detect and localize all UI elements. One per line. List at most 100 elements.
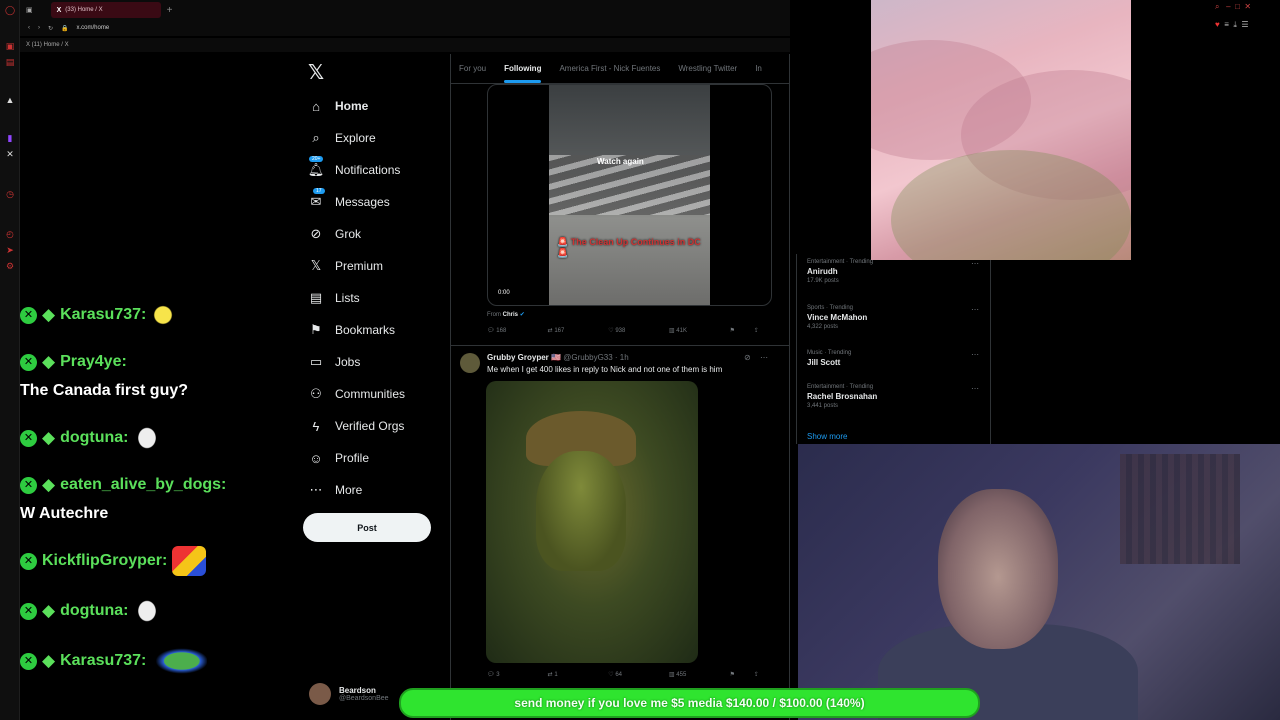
tweet-handle: @GrubbyG33 · 1h	[563, 353, 629, 362]
close-window-icon[interactable]: ✕	[1244, 2, 1251, 11]
nav-label: Jobs	[335, 355, 361, 369]
repost-button[interactable]: ⇄ 167	[548, 327, 609, 334]
grok-icon[interactable]: ⊘	[744, 353, 751, 362]
chat-username: dogtuna:	[60, 602, 129, 619]
nav-bookmarks[interactable]: ⚑ Bookmarks	[307, 314, 457, 346]
trend-item[interactable]: Entertainment · Trending Rachel Brosnaha…	[807, 384, 987, 409]
workspace-icon[interactable]: ▣	[26, 6, 33, 14]
news-icon[interactable]: ▤	[4, 56, 16, 68]
post-button[interactable]: Post	[303, 513, 431, 542]
speed-dial-icon[interactable]: ▣	[4, 40, 16, 52]
new-tab-button[interactable]: +	[167, 5, 173, 16]
search-tab-icon[interactable]: ⌕	[1215, 2, 1219, 11]
avatar[interactable]	[460, 353, 480, 373]
send-icon[interactable]: ➤	[4, 244, 16, 256]
tweet-image[interactable]	[486, 381, 698, 663]
account-handle: @BeardsonBee	[339, 695, 389, 702]
heart-icon[interactable]: ♥	[1215, 20, 1220, 29]
nav-notifications[interactable]: 🔔︎ 20+ Notifications	[307, 154, 457, 186]
trend-count: 3,441 posts	[807, 403, 839, 409]
video-player[interactable]: Watch again 🚨 The Clean Up Continues in …	[487, 84, 772, 306]
tab-following[interactable]: Following	[504, 64, 542, 83]
nav-label: More	[335, 483, 363, 497]
nav-explore[interactable]: ⌕ Explore	[307, 122, 457, 154]
bookmark-button[interactable]: ⚑	[730, 671, 754, 678]
trend-item[interactable]: Sports · Trending Vince McMahon 4,322 po…	[807, 305, 987, 330]
tab-for-you[interactable]: For you	[459, 64, 486, 73]
forward-icon[interactable]: ›	[38, 25, 40, 31]
reload-icon[interactable]: ↻	[48, 25, 53, 32]
share-button[interactable]: ⇪	[754, 327, 772, 334]
nav-home[interactable]: ⌂ Home	[307, 90, 457, 122]
nav-verified-orgs[interactable]: ϟ Verified Orgs	[307, 410, 457, 442]
maximize-icon[interactable]: □	[1235, 2, 1240, 11]
tab-overflow[interactable]: In	[755, 64, 762, 73]
chat-username: Pray4ye:	[60, 353, 127, 370]
more-icon[interactable]: ⋯	[971, 350, 979, 359]
tweet-actions: 💬︎ 3 ⇄ 1 ♡ 64 ▥ 455 ⚑ ⇪	[487, 671, 772, 678]
diamond-badge-icon: ◆	[42, 601, 56, 620]
view-count: 41K	[676, 328, 687, 334]
url-field[interactable]: x.com/home	[77, 25, 110, 31]
like-button[interactable]: ♡ 938	[608, 327, 669, 334]
nav-lists[interactable]: ▤ Lists	[307, 282, 457, 314]
from-name[interactable]: Chris	[503, 312, 518, 318]
nav-premium[interactable]: 𝕏 Premium	[307, 250, 457, 282]
trend-item[interactable]: Entertainment · Trending Anirudh 17.9K p…	[807, 259, 987, 284]
opera-logo-icon[interactable]: ◯	[4, 4, 16, 16]
bookmark-button[interactable]: ⚑	[730, 327, 754, 334]
show-more-link[interactable]: Show more	[807, 432, 847, 441]
watch-again-button[interactable]: Watch again	[597, 157, 644, 166]
easy-setup-icon[interactable]: ☰	[1241, 20, 1248, 29]
pepe-emote-icon	[151, 646, 208, 676]
more-icon[interactable]: ⋯	[971, 305, 979, 314]
x-badge-icon: ✕	[20, 476, 37, 494]
nav-jobs[interactable]: ▭ Jobs	[307, 346, 457, 378]
tab-wrestling-twitter[interactable]: Wrestling Twitter	[678, 64, 737, 73]
menu-icon[interactable]: ≡	[1224, 20, 1229, 29]
nav-communities[interactable]: ⚇ Communities	[307, 378, 457, 410]
tab-america-first[interactable]: America First - Nick Fuentes	[559, 64, 660, 73]
divider	[451, 345, 789, 346]
bookmark-item[interactable]: (11) Home / X	[32, 42, 69, 48]
nav-profile[interactable]: ☺ Profile	[307, 442, 457, 474]
frog-figure	[536, 451, 626, 571]
views-button[interactable]: ▥ 41K	[669, 327, 730, 334]
back-icon[interactable]: ‹	[28, 25, 30, 31]
tweet-author[interactable]: Grubby Groyper 🇺🇸	[487, 353, 561, 362]
trend-item[interactable]: Music · Trending Jill Scott ⋯	[807, 350, 987, 367]
repost-button[interactable]: ⇄ 1	[548, 671, 609, 678]
nav-label: Grok	[335, 227, 362, 241]
aria-icon[interactable]: ▲	[4, 94, 16, 106]
download-icon[interactable]: ⤓	[1233, 20, 1237, 29]
chat-text: The Canada first guy?	[20, 382, 189, 399]
minimize-icon[interactable]: –	[1226, 2, 1230, 11]
stream-chat: ✕ ◆ Karasu737: ✕ ◆ Pray4ye: The Canada f…	[20, 300, 290, 696]
video-frame: Watch again 🚨 The Clean Up Continues in …	[549, 85, 710, 305]
more-icon[interactable]: ⋯	[971, 384, 979, 393]
more-icon[interactable]: ⋯	[760, 353, 768, 362]
nav-grok[interactable]: ⊘ Grok	[307, 218, 457, 250]
x-logo-icon[interactable]: 𝕏	[308, 60, 324, 85]
nav-label: Messages	[335, 195, 390, 209]
clock-icon[interactable]: ◴	[4, 228, 16, 240]
views-button[interactable]: ▥ 455	[669, 671, 730, 678]
like-button[interactable]: ♡ 64	[608, 671, 669, 678]
nav-more[interactable]: ⋯ More	[307, 474, 457, 506]
reply-button[interactable]: 💬︎ 3	[487, 671, 548, 678]
mario-emote-icon	[172, 546, 207, 576]
twitch-icon[interactable]: ▮	[4, 132, 16, 144]
tab-x-home[interactable]: X (33) Home / X	[50, 2, 161, 18]
trend-category: Entertainment · Trending	[807, 384, 874, 390]
account-switcher[interactable]: Beardson @BeardsonBee	[309, 683, 389, 705]
nav-label: Premium	[335, 259, 384, 273]
share-button[interactable]: ⇪	[754, 671, 772, 678]
reply-button[interactable]: 💬︎ 168	[487, 327, 548, 334]
account-name: Beardson	[339, 686, 376, 695]
x-sidebar-icon[interactable]: ✕	[4, 148, 16, 160]
history-icon[interactable]: ◷	[4, 188, 16, 200]
nav-messages[interactable]: ✉ 17 Messages	[307, 186, 457, 218]
settings-icon[interactable]: ⚙	[4, 260, 16, 272]
chat-message: ✕ ◆ dogtuna:	[20, 596, 290, 626]
more-icon[interactable]: ⋯	[971, 259, 979, 268]
